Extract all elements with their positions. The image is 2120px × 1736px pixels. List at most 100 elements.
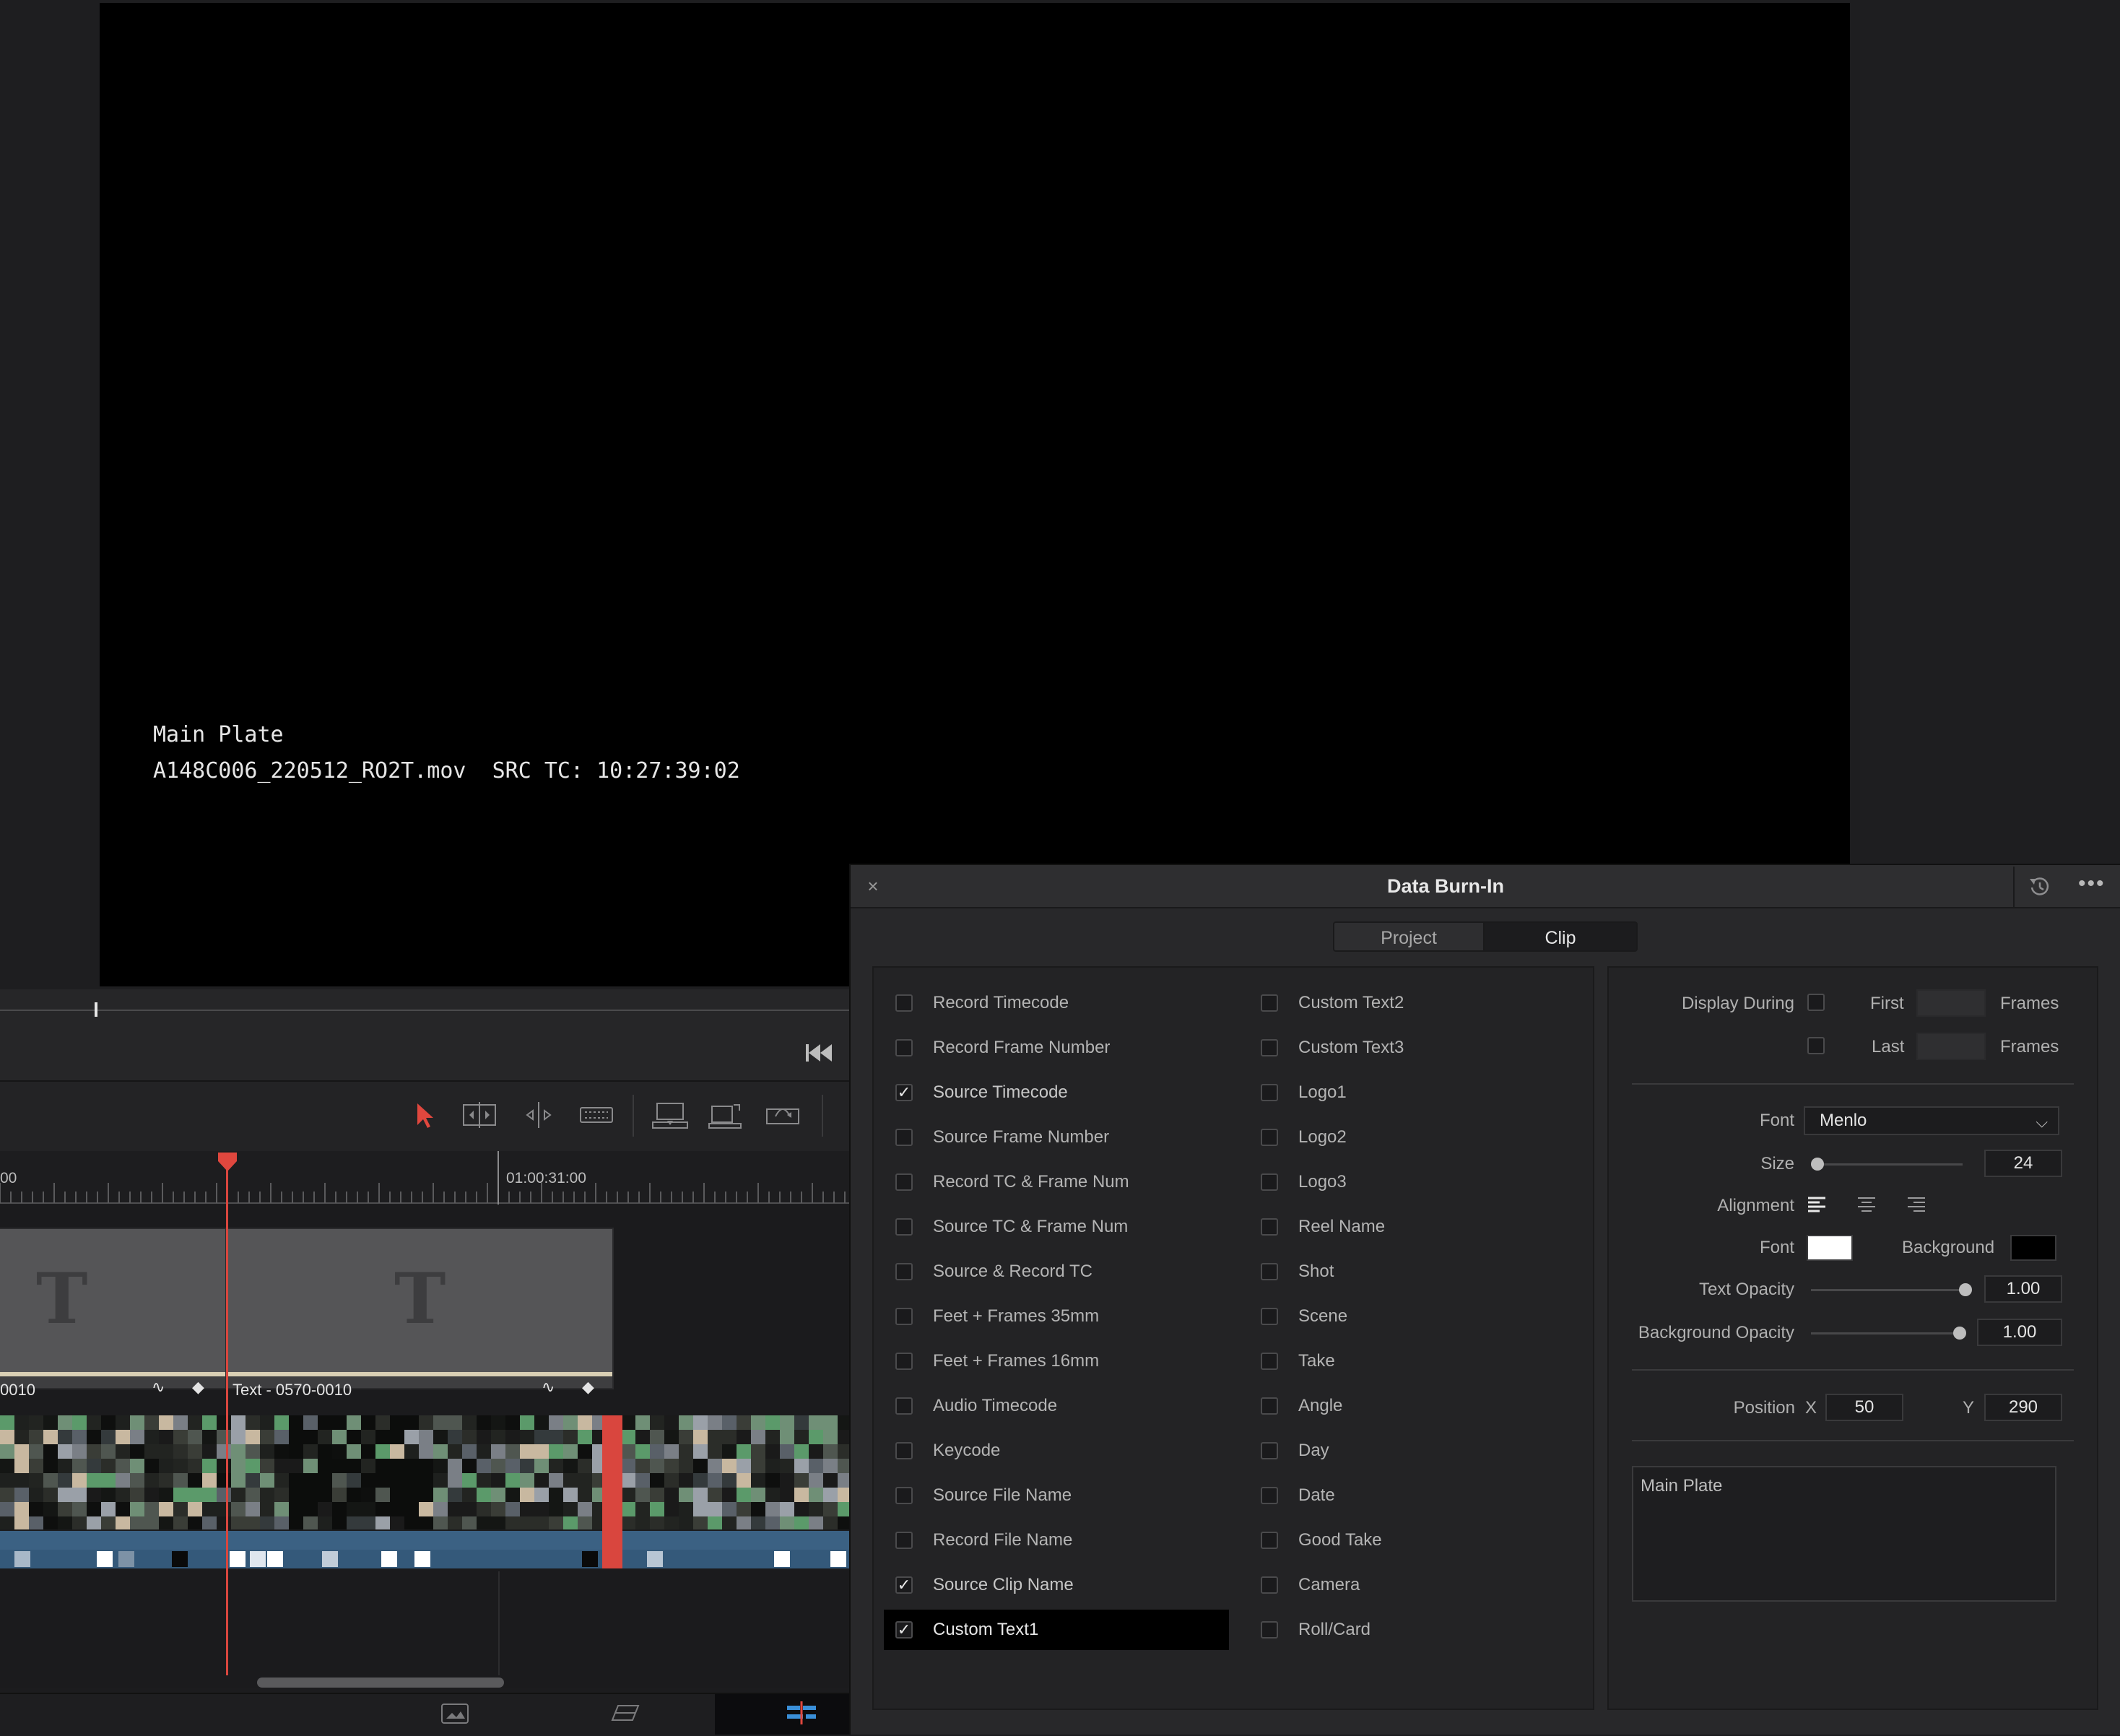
burn-in-option-source-file-name[interactable]: Source File Name [884, 1475, 1229, 1516]
checkbox[interactable] [1261, 994, 1278, 1012]
size-slider-track[interactable] [1812, 1163, 1963, 1166]
checkbox[interactable] [1261, 1532, 1278, 1549]
position-x-input[interactable]: 50 [1825, 1394, 1903, 1421]
checkbox[interactable] [1261, 1621, 1278, 1639]
align-right-icon[interactable] [1905, 1196, 1926, 1213]
reset-icon[interactable] [2028, 874, 2052, 899]
burn-in-option-logo1[interactable]: Logo1 [1249, 1072, 1567, 1113]
burn-in-option-source-timecode[interactable]: ✓ Source Timecode [884, 1072, 1229, 1113]
background-opacity-slider-track[interactable] [1811, 1332, 1960, 1334]
background-opacity-input[interactable]: 1.00 [1977, 1319, 2062, 1346]
checkbox[interactable]: ✓ [895, 1084, 913, 1101]
last-frames-input[interactable] [1916, 1033, 1986, 1060]
checkbox[interactable] [895, 1173, 913, 1191]
playhead-line[interactable] [226, 1160, 228, 1675]
background-opacity-slider-knob[interactable] [1953, 1327, 1966, 1340]
checkbox[interactable] [1261, 1173, 1278, 1191]
burn-in-option-feet-frames-35mm[interactable]: Feet + Frames 35mm [884, 1296, 1229, 1337]
font-select[interactable]: Menlo ⌵ [1804, 1106, 2059, 1135]
keyframe-icon[interactable]: ◆ [582, 1378, 594, 1397]
burn-in-option-record-frame-number[interactable]: Record Frame Number [884, 1028, 1229, 1068]
checkbox[interactable] [1261, 1487, 1278, 1504]
checkbox[interactable] [895, 1129, 913, 1146]
checkbox[interactable] [1261, 1263, 1278, 1280]
burn-in-option-logo2[interactable]: Logo2 [1249, 1117, 1567, 1158]
burn-in-option-camera[interactable]: Camera [1249, 1565, 1567, 1605]
burn-in-option-keycode[interactable]: Keycode [884, 1431, 1229, 1471]
tab-clip[interactable]: Clip [1483, 921, 1638, 952]
burn-in-option-logo3[interactable]: Logo3 [1249, 1162, 1567, 1202]
skip-to-start-icon[interactable] [803, 1041, 835, 1064]
checkbox[interactable] [895, 1442, 913, 1459]
display-during-last-checkbox[interactable] [1807, 1037, 1825, 1054]
burn-in-option-good-take[interactable]: Good Take [1249, 1520, 1567, 1561]
burn-in-option-shot[interactable]: Shot [1249, 1251, 1567, 1292]
checkbox[interactable] [1261, 1084, 1278, 1101]
scrubber-track[interactable] [0, 1010, 849, 1011]
curve-editor-icon[interactable]: ∿ [542, 1378, 555, 1397]
text-opacity-slider-knob[interactable] [1959, 1283, 1972, 1296]
burn-in-option-roll-card[interactable]: Roll/Card [1249, 1610, 1567, 1650]
insert-clip-icon[interactable] [650, 1099, 690, 1131]
title-clip[interactable]: T Text - 0570-0010 ∿ ◆ [225, 1228, 614, 1399]
burn-in-option-custom-text1[interactable]: ✓ Custom Text1 [884, 1610, 1229, 1650]
checkbox[interactable] [895, 994, 913, 1012]
video-clip-thumbnails[interactable] [0, 1415, 849, 1529]
keyframe-icon[interactable]: ◆ [192, 1378, 204, 1397]
burn-in-option-take[interactable]: Take [1249, 1341, 1567, 1381]
dynamic-trim-icon[interactable] [518, 1099, 559, 1131]
checkbox[interactable] [1261, 1039, 1278, 1056]
trim-edit-icon[interactable] [459, 1099, 500, 1131]
size-input[interactable]: 24 [1984, 1150, 2062, 1177]
checkbox[interactable] [895, 1218, 913, 1236]
audio-clip-waveform[interactable] [0, 1531, 849, 1568]
scrubber-handle[interactable] [95, 1002, 97, 1017]
background-color-swatch[interactable] [2010, 1235, 2056, 1261]
media-page-icon[interactable] [438, 1698, 472, 1727]
burn-in-option-source-tc-frame-num[interactable]: Source TC & Frame Num [884, 1207, 1229, 1247]
text-opacity-slider-track[interactable] [1811, 1289, 1965, 1291]
checkbox[interactable] [1261, 1129, 1278, 1146]
first-frames-input[interactable] [1916, 989, 1986, 1017]
display-during-first-checkbox[interactable] [1807, 994, 1825, 1011]
checkbox[interactable] [1261, 1308, 1278, 1325]
checkbox[interactable] [895, 1532, 913, 1549]
checkbox[interactable] [895, 1487, 913, 1504]
position-y-input[interactable]: 290 [1984, 1394, 2062, 1421]
viewer-frame[interactable]: Main Plate A148C006_220512_RO2T.mov SRC … [100, 3, 1850, 986]
burn-in-option-custom-text3[interactable]: Custom Text3 [1249, 1028, 1567, 1068]
checkbox[interactable] [1261, 1218, 1278, 1236]
burn-in-option-source-frame-number[interactable]: Source Frame Number [884, 1117, 1229, 1158]
burn-in-option-source-record-tc[interactable]: Source & Record TC [884, 1251, 1229, 1292]
burn-in-option-day[interactable]: Day [1249, 1431, 1567, 1471]
cut-page-icon[interactable] [608, 1698, 643, 1727]
curve-editor-icon[interactable]: ∿ [152, 1378, 165, 1397]
burn-in-option-record-tc-frame-num[interactable]: Record TC & Frame Num [884, 1162, 1229, 1202]
blade-edit-icon[interactable] [576, 1099, 617, 1131]
overwrite-clip-icon[interactable] [706, 1099, 747, 1131]
checkbox[interactable] [1261, 1353, 1278, 1370]
more-options-icon[interactable]: ••• [2078, 873, 2110, 899]
burn-in-option-scene[interactable]: Scene [1249, 1296, 1567, 1337]
checkbox[interactable] [1261, 1576, 1278, 1594]
burn-in-option-audio-timecode[interactable]: Audio Timecode [884, 1386, 1229, 1426]
checkbox[interactable] [1261, 1442, 1278, 1459]
font-color-swatch[interactable] [1807, 1235, 1853, 1261]
custom-text-input[interactable]: Main Plate [1632, 1466, 2056, 1602]
checkbox[interactable]: ✓ [895, 1576, 913, 1594]
checkbox[interactable] [1261, 1397, 1278, 1415]
burn-in-option-record-timecode[interactable]: Record Timecode [884, 983, 1229, 1023]
timeline-ruler[interactable] [0, 1151, 849, 1205]
close-icon[interactable]: × [864, 877, 882, 895]
checkbox[interactable] [895, 1263, 913, 1280]
burn-in-option-reel-name[interactable]: Reel Name [1249, 1207, 1567, 1247]
edit-page-icon[interactable] [784, 1698, 819, 1727]
burn-in-option-angle[interactable]: Angle [1249, 1386, 1567, 1426]
burn-in-option-custom-text2[interactable]: Custom Text2 [1249, 983, 1567, 1023]
tab-project[interactable]: Project [1333, 921, 1485, 952]
align-left-icon[interactable] [1807, 1196, 1828, 1213]
burn-in-option-date[interactable]: Date [1249, 1475, 1567, 1516]
align-center-icon[interactable] [1856, 1196, 1877, 1213]
checkbox[interactable] [895, 1039, 913, 1056]
burn-in-option-record-file-name[interactable]: Record File Name [884, 1520, 1229, 1561]
